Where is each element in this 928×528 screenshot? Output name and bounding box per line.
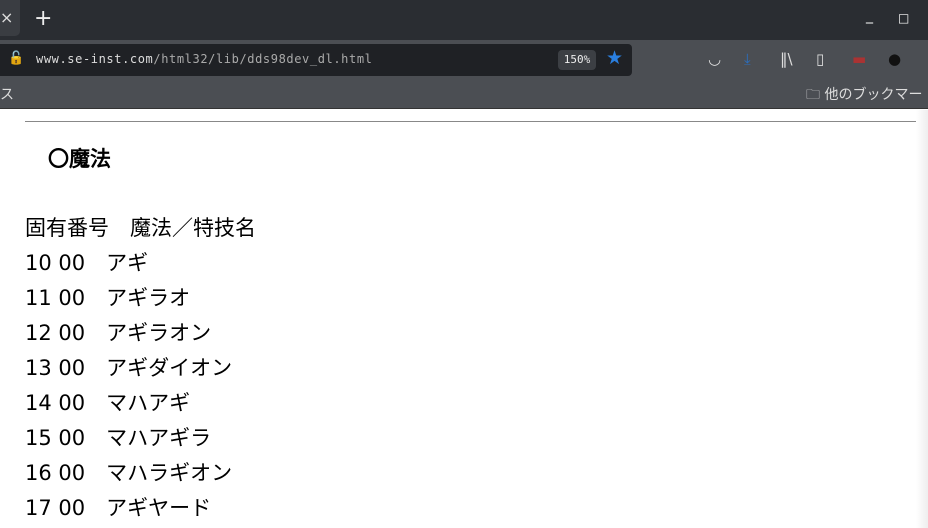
list-item: 15 00 マハアギラ xyxy=(25,426,212,450)
list-item: 12 00 アギラオン xyxy=(25,321,212,345)
library-icon[interactable]: ‖\ xyxy=(780,50,793,68)
extension-icon[interactable]: ▬ xyxy=(852,50,866,68)
gnome-extension-icon[interactable]: ● xyxy=(888,50,901,68)
close-tab-icon[interactable]: × xyxy=(0,8,13,27)
minimize-button[interactable]: _ xyxy=(866,8,873,24)
other-bookmarks-folder[interactable]: 🗀 他のブックマー xyxy=(806,84,922,108)
download-icon[interactable]: ⤓ xyxy=(744,50,751,68)
browser-tab[interactable]: × xyxy=(0,0,20,36)
list-item: 10 00 アギ xyxy=(25,251,149,275)
page-content: 〇魔法 固有番号 魔法／特技名 10 00 アギ 11 00 アギラオ 12 0… xyxy=(0,110,928,528)
url-path: /html32/lib/dds98dev_dl.html xyxy=(153,52,373,66)
bookmark-item[interactable]: ス xyxy=(0,84,14,104)
insecure-lock-icon[interactable]: 🔓 xyxy=(8,51,24,66)
bookmark-star-icon[interactable]: ★ xyxy=(606,47,623,69)
tab-bar: × + _ □ xyxy=(0,0,928,40)
section-heading: 〇魔法 xyxy=(48,147,111,171)
folder-icon: 🗀 xyxy=(806,87,820,103)
bookmarks-bar: ス 🗀 他のブックマー xyxy=(0,78,928,109)
list-item: 11 00 アギラオ xyxy=(25,286,191,310)
pocket-icon[interactable]: ◡ xyxy=(708,50,721,68)
new-tab-button[interactable]: + xyxy=(34,6,52,31)
sidebar-icon[interactable]: ▯ xyxy=(816,50,824,68)
other-bookmarks-label: 他のブックマー xyxy=(824,87,923,103)
list-item: 17 00 アギヤード xyxy=(25,496,212,520)
list-item: 13 00 アギダイオン xyxy=(25,356,233,380)
zoom-level-button[interactable]: 150% xyxy=(558,50,596,70)
maximize-button[interactable]: □ xyxy=(898,11,909,25)
list-item: 16 00 マハラギオン xyxy=(25,461,233,485)
url-bar[interactable]: 🔓 www.se-inst.com/html32/lib/dds98dev_dl… xyxy=(0,44,632,76)
url-host: www.se-inst.com xyxy=(36,52,154,66)
list-header: 固有番号 魔法／特技名 xyxy=(25,216,256,240)
horizontal-rule xyxy=(25,121,920,122)
nav-toolbar: 🔓 www.se-inst.com/html32/lib/dds98dev_dl… xyxy=(0,40,928,78)
list-item: 14 00 マハアギ xyxy=(25,391,191,415)
url-text[interactable]: www.se-inst.com/html32/lib/dds98dev_dl.h… xyxy=(36,52,372,66)
